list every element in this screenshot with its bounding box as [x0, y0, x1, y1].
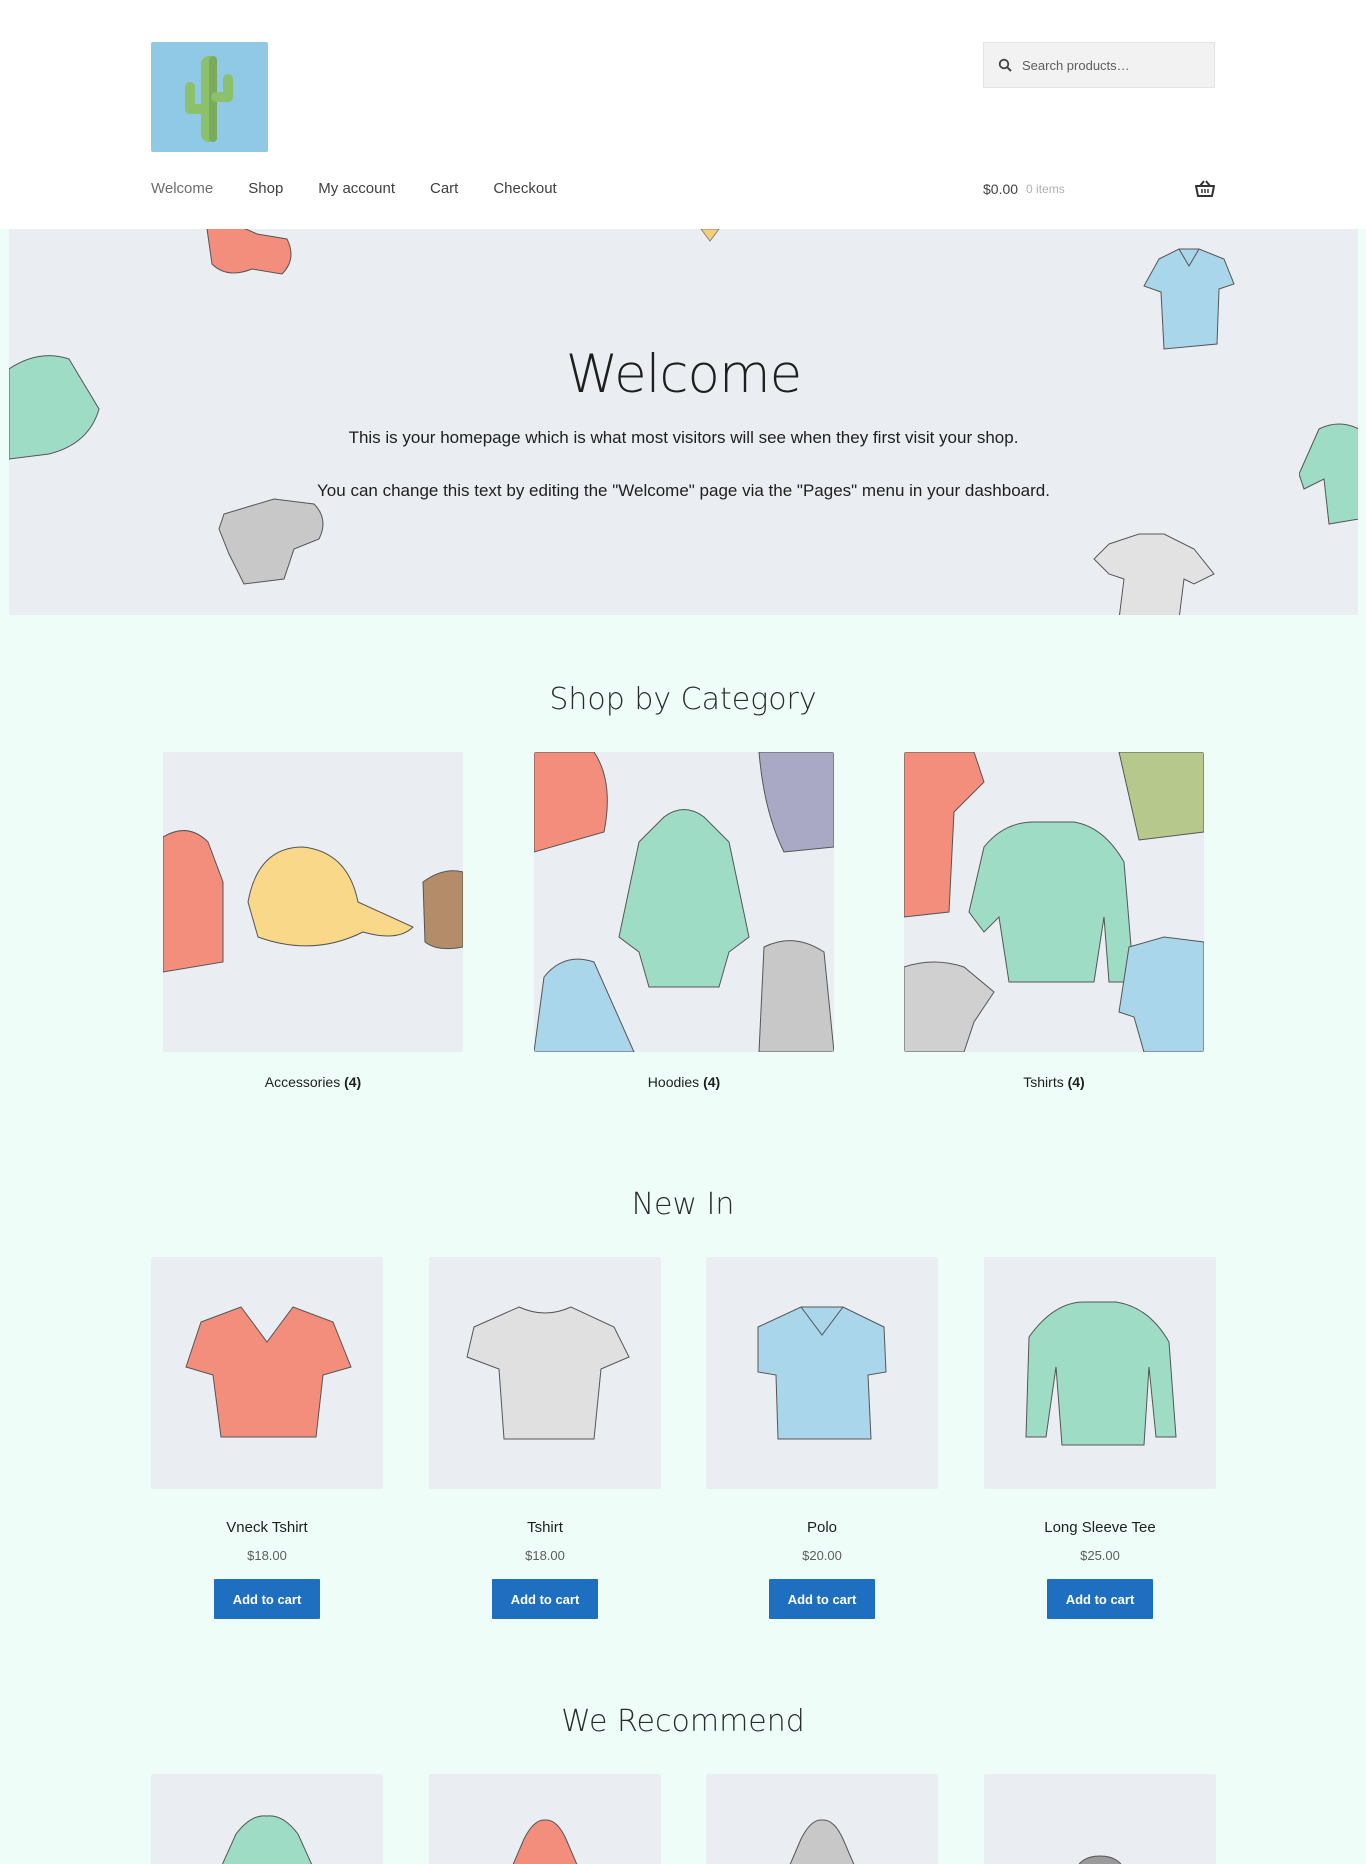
- product-card[interactable]: Long Sleeve Tee $25.00 Add to cart: [984, 1257, 1216, 1619]
- category-card-tshirts[interactable]: Tshirts (4): [904, 752, 1204, 1090]
- hoodie-illustration: [206, 229, 292, 275]
- category-image[interactable]: [163, 752, 463, 1052]
- category-label[interactable]: Tshirts (4): [904, 1074, 1204, 1090]
- tshirt-illustration: [466, 1306, 630, 1440]
- add-to-cart-button[interactable]: Add to cart: [214, 1579, 320, 1619]
- search-icon: [998, 58, 1012, 72]
- category-name: Accessories: [264, 1074, 341, 1090]
- product-image[interactable]: [151, 1774, 383, 1864]
- add-to-cart-button[interactable]: Add to cart: [1047, 1579, 1153, 1619]
- long-sleeve-tee-illustration: [1025, 1301, 1177, 1446]
- cart-amount: $0.00: [983, 181, 1019, 197]
- product-price: $18.00: [247, 1548, 287, 1563]
- category-name: Tshirts: [1023, 1074, 1064, 1090]
- vneck-tshirt-illustration: [185, 1306, 352, 1438]
- tshirts-illustration: [904, 752, 1204, 1052]
- hoodie-illustration: [512, 1819, 578, 1864]
- hoodies-illustration: [534, 752, 834, 1052]
- product-name[interactable]: Vneck Tshirt: [151, 1519, 383, 1536]
- section-title-new-in: New In: [631, 1187, 735, 1222]
- category-label[interactable]: Accessories (4): [163, 1074, 463, 1090]
- product-card[interactable]: Polo $20.00 Add to cart: [706, 1257, 938, 1619]
- nav-welcome[interactable]: Welcome: [151, 180, 213, 197]
- product-name[interactable]: Long Sleeve Tee: [984, 1519, 1216, 1536]
- nav-my-account[interactable]: My account: [318, 180, 395, 197]
- primary-nav: Welcome Shop My account Cart Checkout: [151, 180, 592, 197]
- site-header: Welcome Shop My account Cart Checkout $0…: [0, 0, 1366, 229]
- polo-illustration: [757, 1306, 887, 1440]
- triangle-illustration: [700, 229, 720, 242]
- add-to-cart-button[interactable]: Add to cart: [769, 1579, 875, 1619]
- tshirt-illustration: [1093, 533, 1215, 615]
- product-price: $20.00: [802, 1548, 842, 1563]
- category-label[interactable]: Hoodies (4): [534, 1074, 834, 1090]
- beanie-illustration: [1078, 1855, 1122, 1864]
- nav-checkout[interactable]: Checkout: [493, 180, 556, 197]
- product-image[interactable]: [706, 1774, 938, 1864]
- category-count: (4): [1067, 1074, 1085, 1090]
- basket-icon[interactable]: [1195, 180, 1215, 198]
- product-image[interactable]: [984, 1774, 1216, 1864]
- polo-illustration: [1143, 248, 1235, 350]
- hero-banner: Welcome This is your homepage which is w…: [9, 229, 1358, 615]
- product-card[interactable]: Vneck Tshirt $18.00 Add to cart: [151, 1257, 383, 1619]
- product-card[interactable]: Tshirt $18.00 Add to cart: [429, 1257, 661, 1619]
- hoodie-illustration: [218, 498, 324, 585]
- accessories-illustration: [163, 830, 463, 973]
- product-image[interactable]: [151, 1257, 383, 1489]
- product-price: $25.00: [1080, 1548, 1120, 1563]
- category-card-hoodies[interactable]: Hoodies (4): [534, 752, 834, 1090]
- site-logo[interactable]: [151, 42, 268, 152]
- product-name[interactable]: Polo: [706, 1519, 938, 1536]
- cart-item-count: 0 items: [1026, 182, 1065, 196]
- product-price: $18.00: [525, 1548, 565, 1563]
- category-name: Hoodies: [647, 1074, 700, 1090]
- product-image[interactable]: [984, 1257, 1216, 1489]
- hero-title: Welcome: [565, 344, 802, 405]
- header-cart[interactable]: $0.00 0 items: [983, 180, 1215, 198]
- section-title-categories: Shop by Category: [549, 682, 817, 717]
- product-image[interactable]: [429, 1774, 661, 1864]
- category-count: (4): [344, 1074, 362, 1090]
- nav-shop[interactable]: Shop: [248, 180, 283, 197]
- section-title-we-recommend: We Recommend: [561, 1704, 805, 1739]
- search-input[interactable]: [1022, 57, 1202, 73]
- category-image[interactable]: [534, 752, 834, 1052]
- nav-cart[interactable]: Cart: [430, 180, 458, 197]
- hero-text: This is your homepage which is what most…: [348, 428, 1019, 447]
- product-image[interactable]: [706, 1257, 938, 1489]
- cactus-icon: [185, 56, 233, 142]
- product-image[interactable]: [429, 1257, 661, 1489]
- hoodie-illustration: [221, 1815, 313, 1864]
- add-to-cart-button[interactable]: Add to cart: [492, 1579, 598, 1619]
- search-box[interactable]: [983, 42, 1215, 88]
- category-card-accessories[interactable]: Accessories (4): [163, 752, 463, 1090]
- hero-text: You can change this text by editing the …: [317, 481, 1050, 500]
- hoodie-illustration: [789, 1819, 855, 1864]
- category-image[interactable]: [904, 752, 1204, 1052]
- category-count: (4): [703, 1074, 721, 1090]
- product-name[interactable]: Tshirt: [429, 1519, 661, 1536]
